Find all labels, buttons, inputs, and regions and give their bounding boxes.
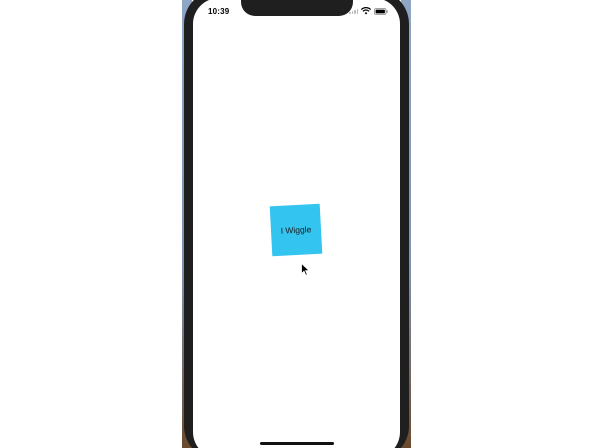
cellular-signal-icon (349, 8, 358, 14)
home-indicator[interactable] (260, 442, 334, 445)
phone-screen: 10:39 I Wiggle (193, 0, 400, 448)
wiggle-button[interactable]: I Wiggle (269, 203, 323, 257)
battery-icon (374, 7, 388, 15)
status-bar-time: 10:39 (208, 7, 230, 16)
wifi-icon (361, 7, 371, 15)
wiggle-button-label: I Wiggle (280, 224, 312, 236)
simulator-stage: 10:39 I Wiggle (0, 0, 593, 448)
mouse-pointer-icon (301, 263, 310, 276)
status-bar-icons (349, 7, 388, 15)
phone-notch (241, 0, 353, 16)
